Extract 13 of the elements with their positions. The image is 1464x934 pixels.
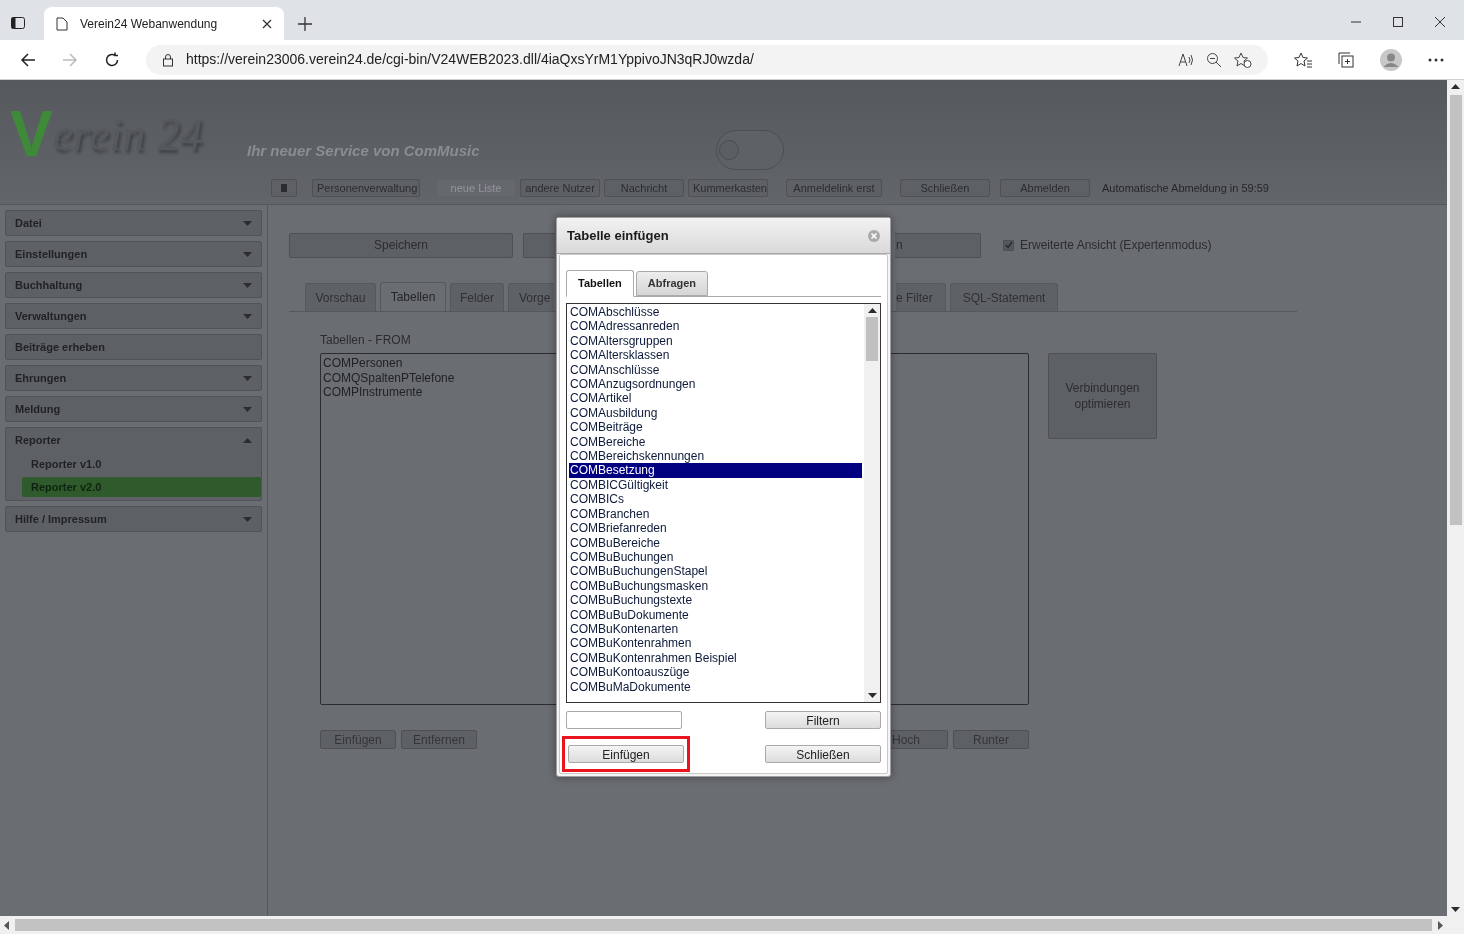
url-text: https://verein23006.verein24.de/cgi-bin/V24WEB2023.dll/4iaQxsYrM1YppivoJN3qRJ0wzda/: [186, 50, 755, 69]
menu-label: Verwaltungen: [15, 308, 87, 324]
menu-label: Meldung: [15, 401, 61, 417]
auto-logout-text: Automatische Abmeldung in 59:59: [1102, 180, 1269, 196]
menu-label: Hilfe / Impressum: [15, 511, 107, 527]
dialog-title: Tabelle einfügen: [567, 226, 669, 245]
menu-label: Einstellungen: [15, 246, 88, 262]
menu-label: Datei: [15, 215, 42, 231]
menu-label: Buchhaltung: [15, 277, 83, 293]
menu-label: Beiträge erheben: [15, 339, 105, 355]
from-label: Tabellen - FROM: [320, 332, 411, 349]
menu-label: Reporter: [15, 432, 61, 448]
menu-label: Ehrungen: [15, 370, 67, 386]
